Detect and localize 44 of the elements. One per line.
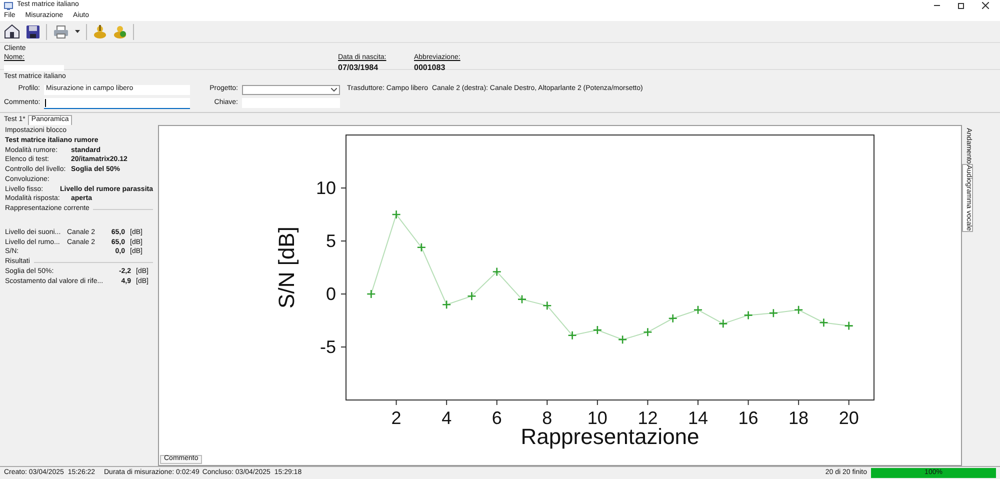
caret-icon[interactable]	[75, 30, 80, 33]
data-point	[568, 330, 577, 340]
comment-field[interactable]	[44, 98, 190, 109]
data-point	[467, 291, 476, 301]
data-point	[392, 210, 401, 220]
save-icon[interactable]	[26, 24, 40, 38]
data-point	[693, 305, 703, 315]
x-tick-label: 18	[788, 408, 809, 428]
project-dropdown[interactable]	[242, 84, 340, 95]
data-point	[542, 301, 552, 310]
data-point	[517, 294, 527, 304]
data-point	[668, 314, 678, 324]
data-point	[618, 334, 628, 344]
data-point	[718, 319, 728, 328]
x-tick-label: 20	[838, 408, 859, 428]
x-tick-label: 2	[391, 408, 402, 428]
data-point	[794, 305, 804, 315]
data-point	[442, 300, 452, 310]
printer-icon[interactable]	[53, 24, 69, 38]
field-value: 0001083	[414, 62, 446, 72]
data-point	[643, 328, 652, 337]
x-tick-label: 4	[442, 408, 452, 428]
data-point	[416, 242, 426, 252]
data-point	[819, 318, 828, 328]
data-point	[744, 310, 753, 320]
app-icon	[4, 2, 13, 10]
x-tick-label: 6	[492, 408, 502, 428]
field-value: 07/03/1984	[338, 62, 380, 72]
user-icon[interactable]	[93, 24, 107, 39]
y-tick-label: 5	[326, 231, 336, 251]
chevron-down-icon	[331, 88, 337, 92]
y-axis-label: S/N [dB]	[274, 226, 299, 308]
data-point	[768, 308, 778, 318]
y-tick-label: -5	[320, 337, 336, 357]
data-point	[366, 289, 376, 299]
data-point	[844, 321, 854, 330]
house-icon[interactable]	[4, 24, 20, 39]
close-icon[interactable]	[982, 2, 989, 9]
data-point	[592, 325, 602, 335]
data-point	[492, 267, 502, 276]
y-tick-label: 0	[326, 284, 336, 304]
user-add-icon[interactable]	[113, 24, 127, 39]
y-tick-label: 10	[316, 178, 336, 198]
x-tick-label: 16	[738, 408, 758, 428]
